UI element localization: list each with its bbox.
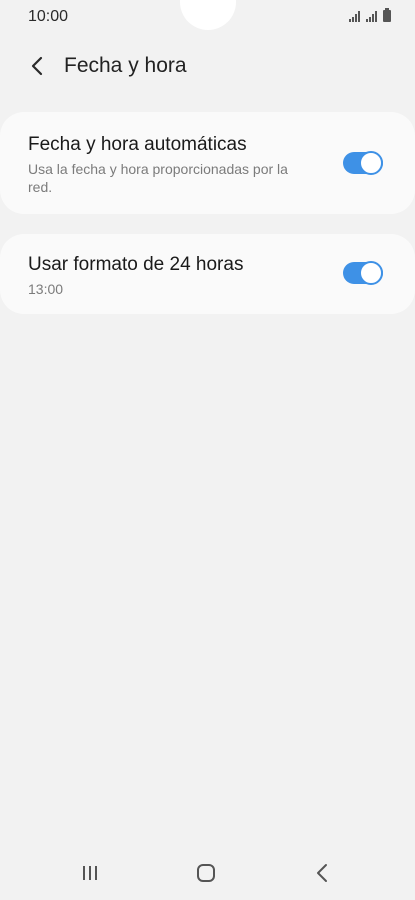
camera-notch [180,0,236,30]
navigation-bar [0,846,415,900]
status-time: 10:00 [28,8,69,25]
back-icon[interactable] [308,860,338,886]
page-title: Fecha y hora [64,54,187,77]
home-icon[interactable] [191,860,221,886]
toggle-knob [359,261,383,285]
setting-24-hour-format[interactable]: Usar formato de 24 horas 13:00 [0,234,415,314]
setting-title: Fecha y hora automáticas [28,134,247,155]
signal-icon [366,11,377,22]
24-hour-format-toggle[interactable] [343,261,383,285]
setting-subtitle: Usa la fecha y hora proporcionadas por l… [28,161,288,195]
toggle-knob [359,151,383,175]
setting-automatic-date-time[interactable]: Fecha y hora automáticas Usa la fecha y … [0,112,415,214]
status-bar: 10:00 [0,0,415,34]
setting-subtitle: 13:00 [28,281,64,297]
app-header: Fecha y hora [0,44,415,90]
signal-icon [349,11,360,22]
chevron-left-icon[interactable] [26,54,48,78]
automatic-date-time-toggle[interactable] [343,151,383,175]
recents-icon[interactable] [76,860,106,886]
setting-title: Usar formato de 24 horas [28,254,244,275]
status-icons [349,8,391,22]
battery-icon [383,8,391,22]
